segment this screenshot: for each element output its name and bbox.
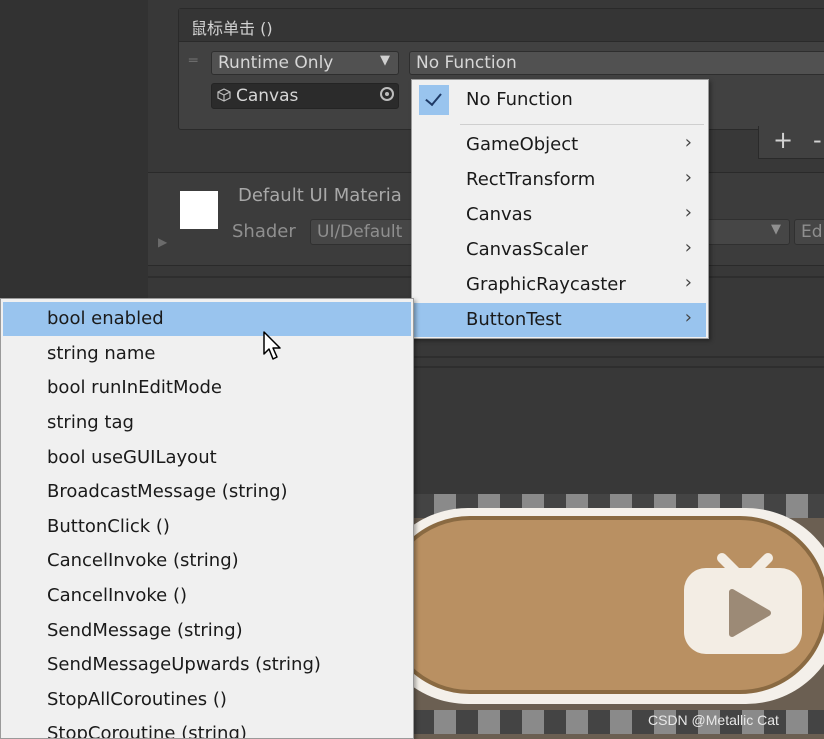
submenu-item-bool-enabled[interactable]: bool enabled [3, 302, 411, 336]
watermark: CSDN @Metallic Cat [648, 712, 779, 728]
shader-value: UI/Default [317, 222, 403, 242]
submenu-item-cancelinvoke[interactable]: CancelInvoke () [3, 579, 411, 613]
submenu-item-bool-useguilayout[interactable]: bool useGUILayout [3, 441, 411, 475]
chevron-right-icon: › [684, 237, 692, 258]
add-listener-button[interactable]: + [773, 126, 793, 154]
menu-item-label: Canvas [466, 204, 533, 225]
menu-item-no-function[interactable]: No Function [414, 83, 706, 117]
menu-item-label: CanvasScaler [466, 239, 588, 260]
submenu-item-string-tag[interactable]: string tag [3, 406, 411, 440]
check-icon [419, 85, 449, 115]
menu-item-label: ButtonTest [466, 309, 562, 330]
shader-edit-button[interactable]: Ed [794, 219, 824, 245]
triangle-down-icon: ▼ [771, 222, 781, 237]
screen: 鼠标单击 () ═ Runtime Only ▼ No Function Can… [0, 0, 824, 739]
submenu-item-sendmessageupwards[interactable]: SendMessageUpwards (string) [3, 648, 411, 682]
submenu-item-stopcoroutine[interactable]: StopCoroutine (string) [3, 717, 411, 738]
menu-item-canvasscaler[interactable]: CanvasScaler › [414, 233, 706, 267]
material-name: Default UI Materia [238, 185, 402, 206]
chevron-right-icon: › [684, 307, 692, 328]
event-header: 鼠标单击 () [179, 9, 824, 42]
target-object-value: Canvas [236, 86, 299, 106]
buttontest-submenu: bool enabled string name bool runInEditM… [0, 298, 414, 739]
drag-handle-icon[interactable]: ═ [189, 53, 197, 69]
shader-edit-label: Ed [801, 222, 823, 242]
add-remove-bar: + - [758, 126, 824, 159]
menu-item-graphicraycaster[interactable]: GraphicRaycaster › [414, 268, 706, 302]
menu-item-label: No Function [466, 89, 573, 110]
chevron-right-icon: › [684, 167, 692, 188]
cube-icon [217, 88, 231, 102]
chevron-right-icon: › [684, 132, 692, 153]
submenu-item-broadcastmessage[interactable]: BroadcastMessage (string) [3, 475, 411, 509]
menu-item-label: RectTransform [466, 169, 596, 190]
menu-divider [460, 124, 704, 125]
submenu-item-cancelinvoke-string[interactable]: CancelInvoke (string) [3, 544, 411, 578]
event-title: 鼠标单击 () [191, 19, 273, 38]
submenu-item-string-name[interactable]: string name [3, 337, 411, 371]
material-preview [180, 191, 218, 229]
shader-label: Shader [232, 221, 296, 242]
menu-item-gameobject[interactable]: GameObject › [414, 128, 706, 162]
menu-item-buttontest[interactable]: ButtonTest › [414, 303, 706, 337]
chevron-right-icon: › [684, 272, 692, 293]
menu-item-recttransform[interactable]: RectTransform › [414, 163, 706, 197]
target-object-field[interactable]: Canvas [211, 83, 399, 109]
function-select[interactable]: No Function [409, 51, 824, 75]
tv-logo-icon [684, 553, 802, 654]
remove-listener-button[interactable]: - [813, 126, 822, 154]
submenu-item-bool-runineditmode[interactable]: bool runInEditMode [3, 371, 411, 405]
triangle-down-icon: ▼ [380, 53, 390, 68]
submenu-item-buttonclick[interactable]: ButtonClick () [3, 510, 411, 544]
mouse-cursor-icon [263, 331, 281, 360]
runtime-mode-select[interactable]: Runtime Only ▼ [211, 51, 399, 75]
object-picker-icon[interactable] [380, 87, 394, 101]
runtime-mode-value: Runtime Only [218, 53, 334, 73]
chevron-right-icon: › [684, 202, 692, 223]
menu-item-label: GraphicRaycaster [466, 274, 626, 295]
function-value: No Function [416, 53, 517, 73]
menu-item-canvas[interactable]: Canvas › [414, 198, 706, 232]
menu-item-label: GameObject [466, 134, 579, 155]
submenu-item-sendmessage[interactable]: SendMessage (string) [3, 614, 411, 648]
submenu-item-stopallcoroutines[interactable]: StopAllCoroutines () [3, 683, 411, 717]
function-dropdown-menu: No Function GameObject › RectTransform ›… [411, 79, 709, 339]
foldout-triangle-icon[interactable]: ▶ [158, 235, 167, 249]
